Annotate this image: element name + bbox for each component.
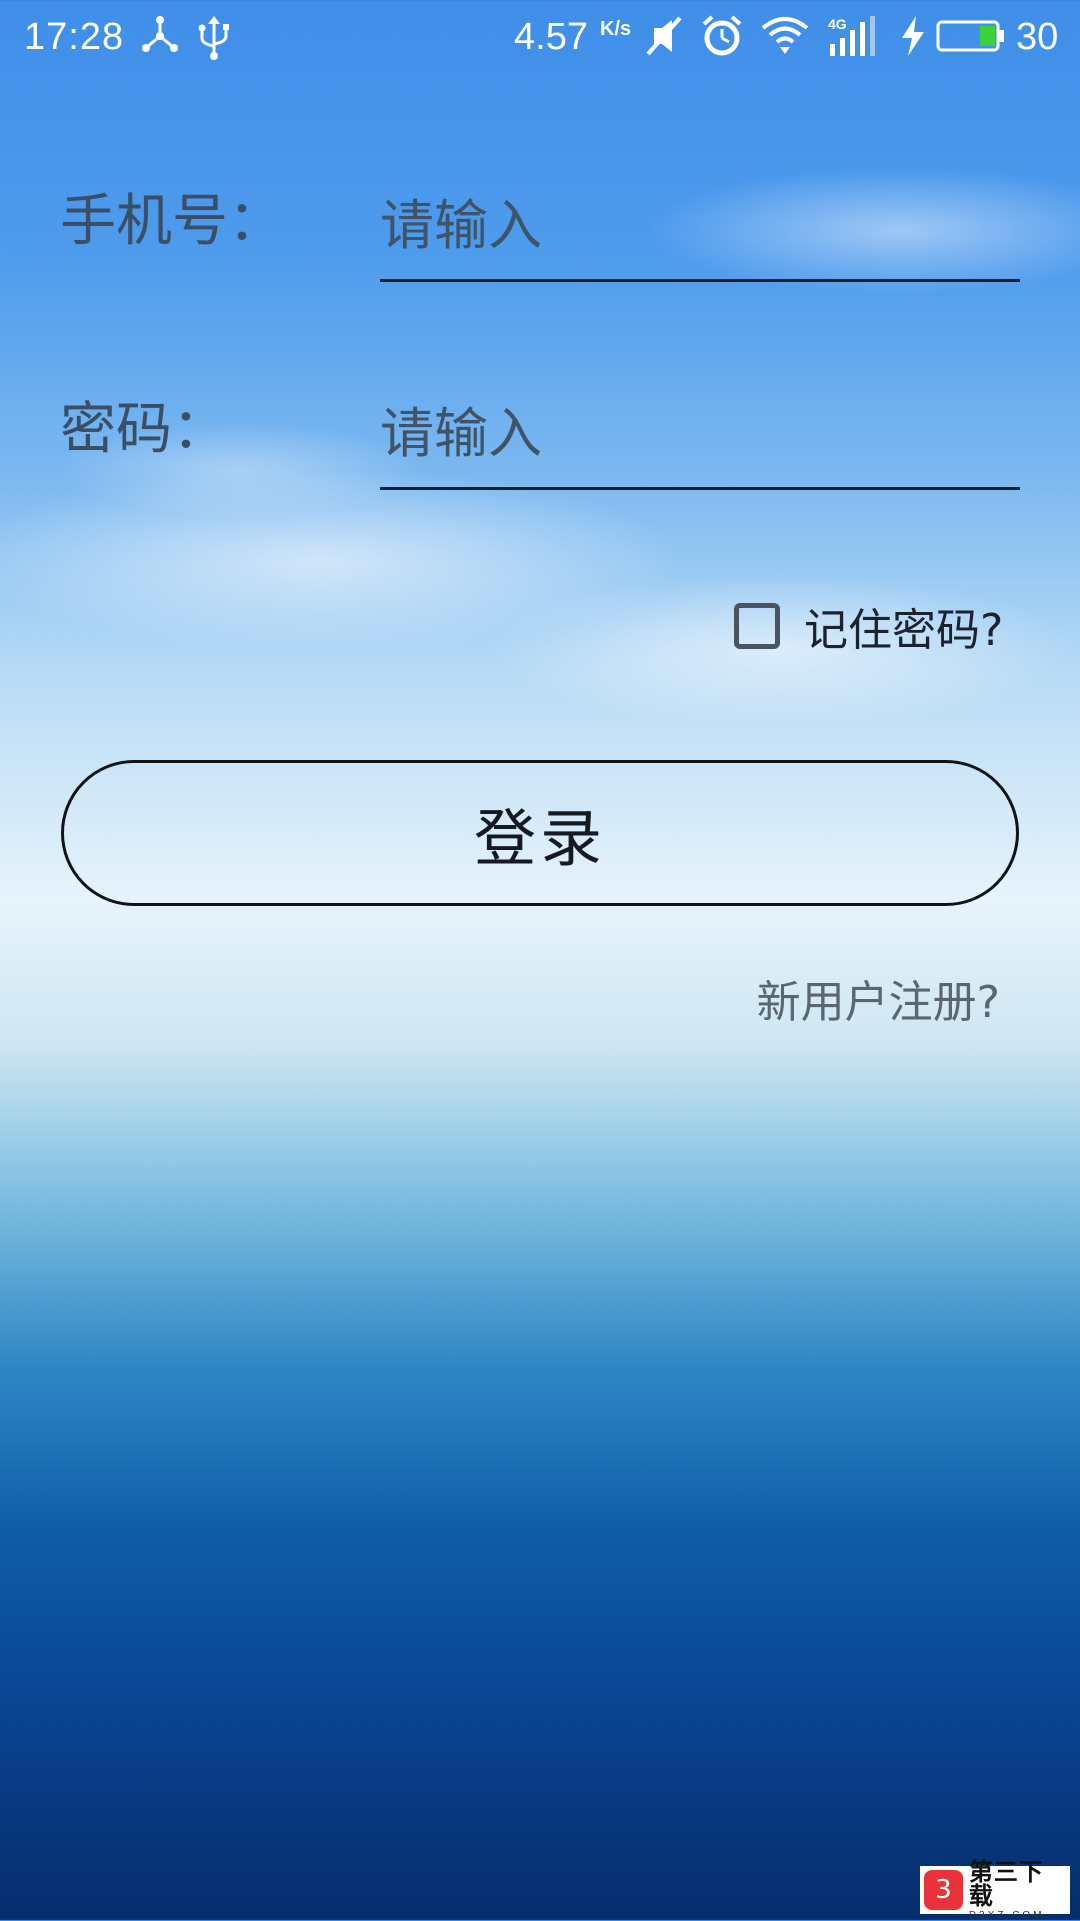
status-bar: 17:28 4.57 K/s 4G 30 [0,0,1080,80]
login-button[interactable]: 登录 [61,760,1019,906]
watermark-text: 第三下载 D3XZ.COM [969,1860,1066,1921]
remember-checkbox[interactable] [734,603,780,649]
watermark-sub: D3XZ.COM [968,1909,1045,1921]
net-speed-unit: K/s [600,18,632,40]
mute-icon [646,16,682,56]
battery-level: 30 [1016,16,1059,58]
phone-label: 手机号： [60,189,284,254]
password-label: 密码： [60,397,228,462]
register-link[interactable]: 新用户注册? [757,966,1000,1030]
net-speed: 4.57 [514,16,588,58]
watermark-logo-icon: 3 [924,1870,963,1910]
battery-icon [936,20,1004,52]
phone-input[interactable] [380,172,1020,282]
remember-password[interactable]: 记住密码? [734,596,1003,656]
charging-icon [902,16,924,56]
watermark-main: 第三下载 [968,1857,1044,1910]
watermark: 3 第三下载 D3XZ.COM [920,1860,1070,1920]
status-time: 17:28 [24,16,125,58]
usb-icon [198,16,229,60]
password-input[interactable] [380,380,1020,490]
share-icon [142,16,178,52]
remember-label: 记住密码? [804,605,1004,656]
alarm-icon [702,15,742,56]
signal-icon [830,16,875,56]
wifi-icon [761,17,809,54]
